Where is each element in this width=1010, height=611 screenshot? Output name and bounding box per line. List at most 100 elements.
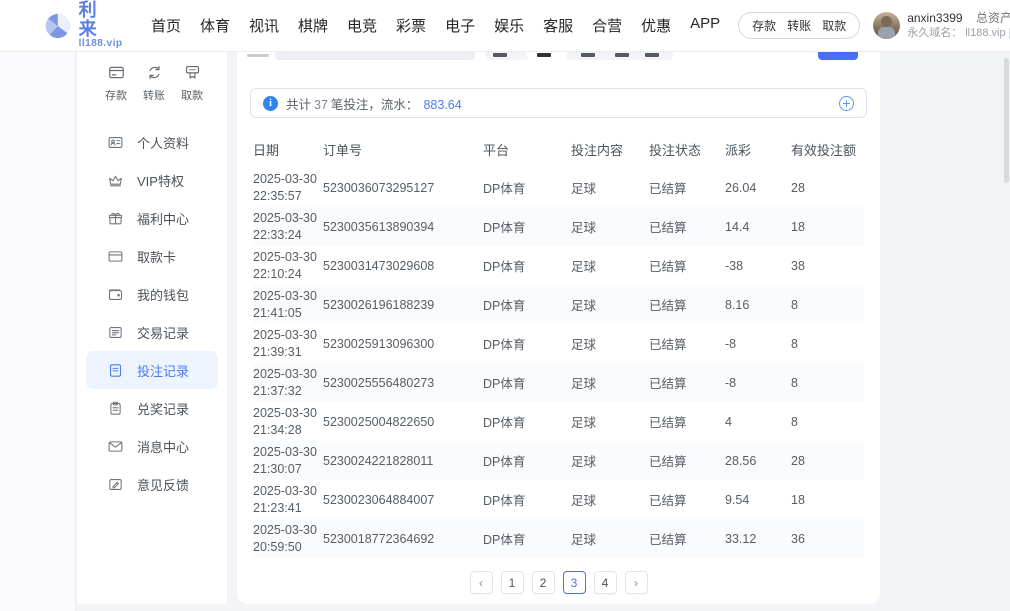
brand-logo[interactable]: 利 来 ll188.vip xyxy=(44,1,129,49)
sidebar-item-label: 个人资料 xyxy=(137,133,189,152)
cell-payout: 33.12 xyxy=(725,532,791,546)
nav-item-2[interactable]: 视讯 xyxy=(249,15,279,36)
cell-valid-amount: 36 xyxy=(791,532,864,546)
table-row[interactable]: 2025-03-3020:59:505230018772364692DP体育足球… xyxy=(253,519,864,558)
cell-content: 足球 xyxy=(571,256,649,275)
date-value: 2025-03-30 xyxy=(253,172,317,186)
sidebar-item-7[interactable]: 兑奖记录 xyxy=(86,389,218,427)
pill-action-1[interactable]: 转账 xyxy=(787,17,811,34)
cell-order: 5230024221828011 xyxy=(323,454,483,468)
date-value: 2025-03-30 xyxy=(253,250,317,264)
quick-action-0[interactable]: 存款 xyxy=(105,63,127,103)
sidebar-item-label: 取款卡 xyxy=(137,247,176,266)
page-button-2[interactable]: 2 xyxy=(532,571,555,594)
cell-payout: 8.16 xyxy=(725,298,791,312)
cell-order: 5230025556480273 xyxy=(323,376,483,390)
table-row[interactable]: 2025-03-3021:34:285230025004822650DP体育足球… xyxy=(253,402,864,441)
cell-content: 足球 xyxy=(571,373,649,392)
avatar[interactable] xyxy=(873,12,900,39)
user-line-1: anxin3399 总资产： 1363.49元 xyxy=(907,11,1010,25)
sidebar-item-2[interactable]: 福利中心 xyxy=(86,199,218,237)
nav-item-8[interactable]: 客服 xyxy=(543,15,573,36)
brand-name: 利 来 xyxy=(79,1,129,39)
date-value: 2025-03-30 xyxy=(253,289,317,303)
table-row[interactable]: 2025-03-3022:35:575230036073295127DP体育足球… xyxy=(253,168,864,207)
quick-action-2[interactable]: 取款 xyxy=(181,63,203,103)
page-button-1[interactable]: 1 xyxy=(501,571,524,594)
date-range-input[interactable] xyxy=(275,52,475,60)
cell-order: 5230023064884007 xyxy=(323,493,483,507)
table-row[interactable]: 2025-03-3021:30:075230024221828011DP体育足球… xyxy=(253,441,864,480)
nav-item-5[interactable]: 彩票 xyxy=(396,15,426,36)
nav-item-7[interactable]: 娱乐 xyxy=(494,15,524,36)
sidebar-item-6[interactable]: 投注记录 xyxy=(86,351,218,389)
scrollbar-thumb[interactable] xyxy=(1004,58,1009,183)
nav-item-10[interactable]: 优惠 xyxy=(641,15,671,36)
table-row[interactable]: 2025-03-3021:41:055230026196188239DP体育足球… xyxy=(253,285,864,324)
sidebar-menu: 个人资料 VIP特权福利中心取款卡我的钱包交易记录投注记录兑奖记录消息中心意见反馈 xyxy=(77,123,227,503)
sidebar-item-8[interactable]: 消息中心 xyxy=(86,427,218,465)
nav-item-11[interactable]: APP xyxy=(690,15,720,36)
sidebar-item-9[interactable]: 意见反馈 xyxy=(86,465,218,503)
cell-content: 足球 xyxy=(571,412,649,431)
bet-record-icon xyxy=(107,362,124,379)
time-value: 21:37:32 xyxy=(253,384,302,398)
sidebar-item-1[interactable]: VIP特权 xyxy=(86,161,218,199)
query-button[interactable] xyxy=(818,52,858,60)
cell-date: 2025-03-30 21:41:05 xyxy=(253,288,323,322)
col-header-1: 订单号 xyxy=(323,140,483,159)
pill-action-0[interactable]: 存款 xyxy=(752,17,776,34)
date-filter-tabs[interactable] xyxy=(485,52,673,60)
bank-card-icon xyxy=(107,248,124,265)
filter-row-cutoff xyxy=(251,52,866,62)
cell-platform: DP体育 xyxy=(483,490,571,509)
sidebar-item-label: 交易记录 xyxy=(137,323,189,342)
cell-payout: -38 xyxy=(725,259,791,273)
table-body: 2025-03-3022:35:575230036073295127DP体育足球… xyxy=(253,168,864,558)
cell-date: 2025-03-3021:39:31 xyxy=(253,327,323,361)
prev-page-button[interactable]: ‹ xyxy=(470,571,493,594)
table-row[interactable]: 2025-03-30 21:37:32 5230025556480273DP体育足球… xyxy=(253,363,864,402)
nav-item-6[interactable]: 电子 xyxy=(445,15,475,36)
filter-label-fragment xyxy=(247,54,269,57)
pill-action-2[interactable]: 取款 xyxy=(822,17,846,34)
table-row[interactable]: 2025-03-3021:39:315230025913096300DP体育足球… xyxy=(253,324,864,363)
nav-item-9[interactable]: 合营 xyxy=(592,15,622,36)
gift-icon xyxy=(107,210,124,227)
sidebar-item-3[interactable]: 取款卡 xyxy=(86,237,218,275)
sidebar-item-0[interactable]: 个人资料 xyxy=(86,123,218,161)
cell-date: 2025-03-3021:30:07 xyxy=(253,444,323,478)
table-row[interactable]: 2025-03-3022:10:245230031473029608DP体育足球… xyxy=(253,246,864,285)
cell-platform: DP体育 xyxy=(483,373,571,392)
feedback-icon xyxy=(107,476,124,493)
table-row[interactable]: 2025-03-3022:33:245230035613890394DP体育足球… xyxy=(253,207,864,246)
nav-item-4[interactable]: 电竞 xyxy=(347,15,377,36)
nav-item-0[interactable]: 首页 xyxy=(151,15,181,36)
cell-date: 2025-03-3021:23:41 xyxy=(253,483,323,517)
cell-platform: DP体育 xyxy=(483,178,571,197)
quick-action-1[interactable]: 转账 xyxy=(143,63,165,103)
quick-action-label: 转账 xyxy=(143,87,165,103)
sidebar-item-label: 福利中心 xyxy=(137,209,189,228)
next-page-button[interactable]: › xyxy=(625,571,648,594)
time-value: 21:41:05 xyxy=(253,306,302,320)
table-row[interactable]: 2025-03-3021:23:415230023064884007DP体育足球… xyxy=(253,480,864,519)
cell-order: 5230026196188239 xyxy=(323,298,483,312)
sidebar-item-5[interactable]: 交易记录 xyxy=(86,313,218,351)
cell-order: 5230018772364692 xyxy=(323,532,483,546)
date-value: 2025-03-30 xyxy=(253,367,317,381)
sidebar-item-4[interactable]: 我的钱包 xyxy=(86,275,218,313)
cell-status: 已结算 xyxy=(649,529,725,548)
col-header-3: 投注内容 xyxy=(571,140,649,159)
sidebar-quick-actions: 存款转账取款 xyxy=(77,52,227,103)
cell-valid-amount: 28 xyxy=(791,181,864,195)
plus-circle-icon[interactable] xyxy=(839,96,854,111)
nav-item-3[interactable]: 棋牌 xyxy=(298,15,328,36)
cell-content: 足球 xyxy=(571,334,649,353)
page-button-3[interactable]: 3 xyxy=(563,571,586,594)
cell-order: 5230036073295127 xyxy=(323,181,483,195)
time-value: 21:23:41 xyxy=(253,501,302,515)
page-button-4[interactable]: 4 xyxy=(594,571,617,594)
cell-date: 2025-03-3022:35:57 xyxy=(253,171,323,205)
nav-item-1[interactable]: 体育 xyxy=(200,15,230,36)
